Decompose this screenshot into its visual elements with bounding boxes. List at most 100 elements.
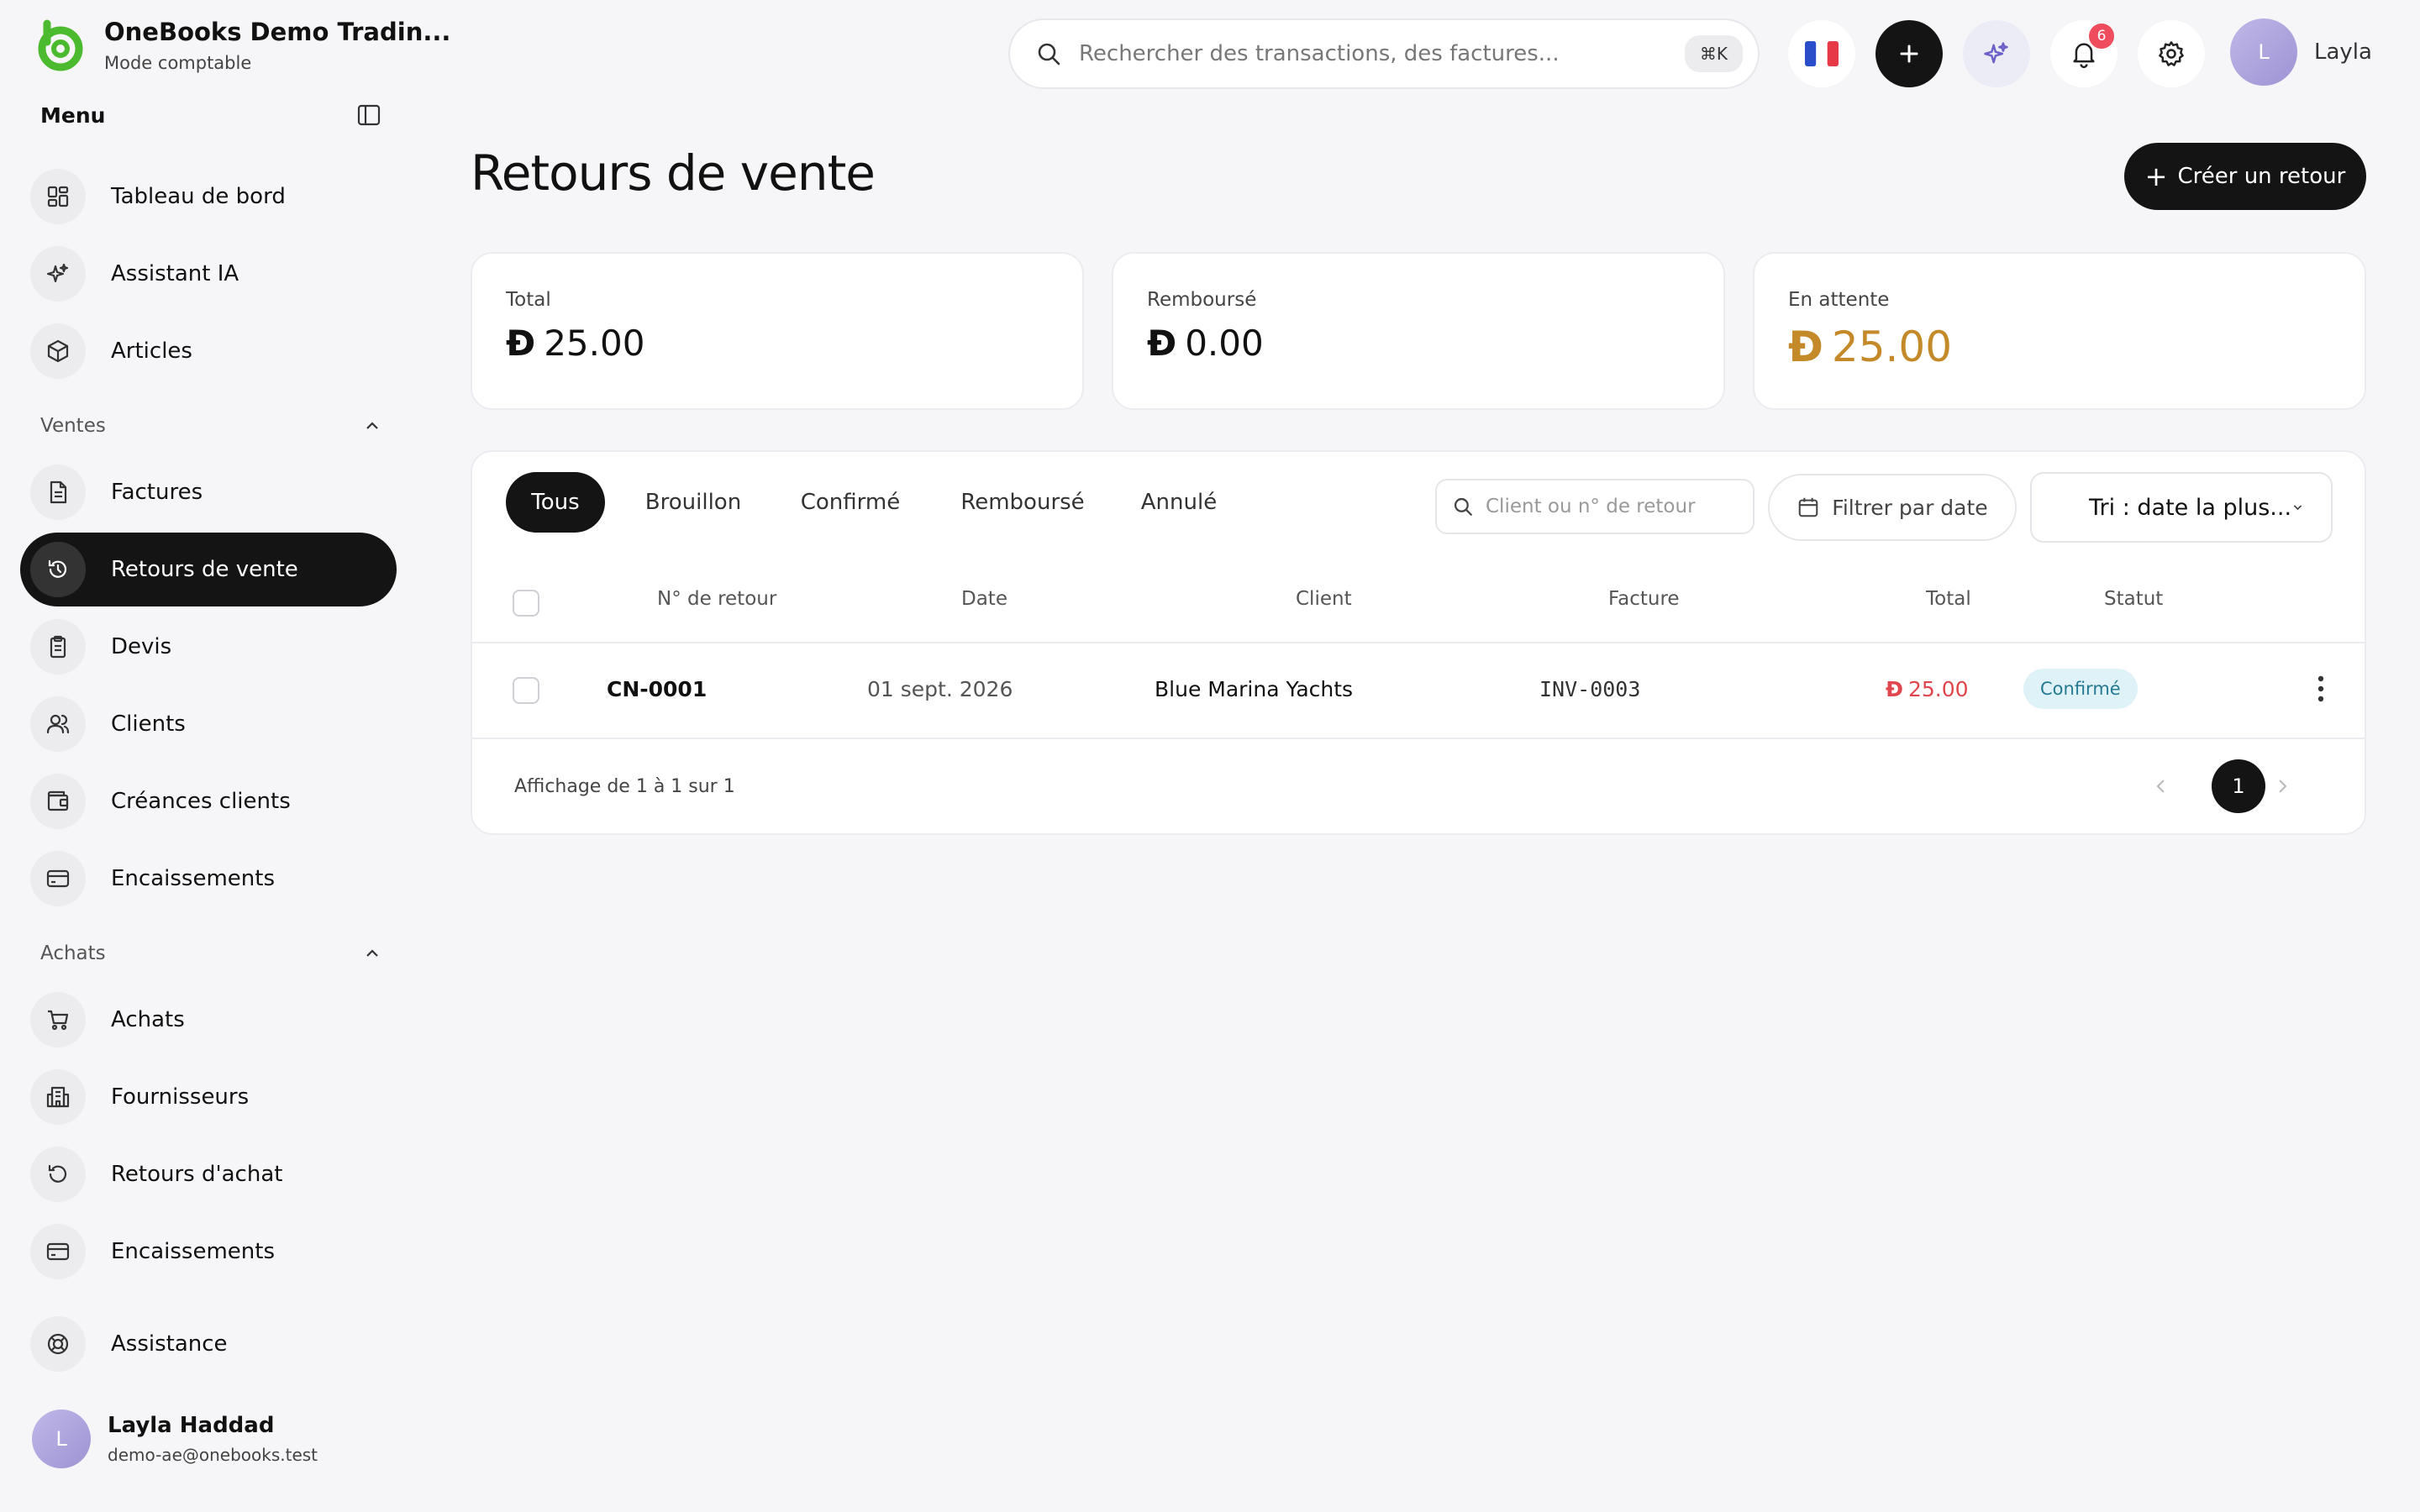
gear-icon	[2159, 41, 2184, 66]
sidebar-item-factures[interactable]: Factures	[20, 455, 397, 529]
sidebar-item-assistant-ia[interactable]: Assistant IA	[20, 237, 397, 311]
notifications-button[interactable]: 6	[2050, 20, 2118, 87]
prev-page-button[interactable]	[2144, 769, 2178, 803]
section-achats-toggle[interactable]: Achats	[40, 942, 381, 964]
tab-annule[interactable]: Annulé	[1119, 472, 1239, 533]
shortcut-hint: ⌘K	[1684, 35, 1743, 72]
stat-value: Đ 25.00	[1788, 323, 2331, 371]
column-header-status[interactable]: Statut	[2104, 588, 2163, 610]
stat-card-refunded: Remboursé Đ 0.00	[1112, 252, 1725, 410]
sort-select[interactable]: Tri : date la plus...	[2030, 472, 2333, 543]
brand-name: OneBooks Demo Tradin...	[104, 18, 451, 46]
tab-confirme[interactable]: Confirmé	[778, 472, 923, 533]
lifebuoy-icon	[30, 1316, 86, 1372]
return-total: Đ 25.00	[1886, 677, 1969, 701]
user-profile[interactable]: L Layla Haddad demo-ae@onebooks.test	[32, 1410, 318, 1468]
avatar: L	[32, 1410, 91, 1468]
currency-icon: Đ	[1886, 677, 1903, 701]
sidebar: OneBooks Demo Tradin... Mode comptable M…	[0, 0, 450, 1512]
section-label: Ventes	[40, 415, 106, 437]
stat-label: En attente	[1788, 289, 1890, 311]
sidebar-item-devis[interactable]: Devis	[20, 610, 397, 684]
france-flag-icon	[1805, 41, 1839, 66]
sparkle-icon	[30, 246, 86, 302]
stat-label: Total	[506, 289, 551, 311]
wallet-icon	[30, 774, 86, 829]
return-invoice[interactable]: INV-0003	[1539, 677, 1640, 701]
sidebar-item-retours-d-achat[interactable]: Retours d'achat	[20, 1137, 397, 1211]
tab-rembourse[interactable]: Remboursé	[939, 472, 1106, 533]
settings-button[interactable]	[2138, 20, 2205, 87]
column-header-date[interactable]: Date	[961, 588, 1007, 610]
section-ventes-toggle[interactable]: Ventes	[40, 415, 381, 437]
chevron-left-icon	[2156, 780, 2165, 793]
users-icon	[30, 696, 86, 752]
stat-amount: 25.00	[1831, 323, 1953, 371]
sidebar-item-label: Articles	[111, 339, 192, 364]
plus-icon	[1900, 45, 1918, 63]
status-badge: Confirmé	[2023, 669, 2138, 709]
chevron-right-icon	[2279, 780, 2287, 793]
sidebar-item-assistance[interactable]: Assistance	[20, 1307, 397, 1381]
more-actions-icon[interactable]	[2311, 672, 2331, 706]
page-title: Retours de vente	[471, 144, 876, 202]
sidebar-item-clients[interactable]: Clients	[20, 687, 397, 761]
stat-value: Đ 0.00	[1147, 323, 1690, 364]
sidebar-item-label: Encaissements	[111, 866, 275, 891]
dashboard-icon	[30, 169, 86, 224]
return-date: 01 sept. 2026	[867, 677, 1013, 701]
sidebar-item-label: Retours d'achat	[111, 1162, 283, 1187]
return-client: Blue Marina Yachts	[1155, 677, 1354, 701]
user-name: Layla Haddad	[108, 1413, 275, 1438]
ai-assistant-button[interactable]	[1963, 20, 2030, 87]
return-icon	[30, 1147, 86, 1202]
language-button[interactable]	[1788, 20, 1855, 87]
stat-value: Đ 25.00	[506, 323, 1049, 364]
date-filter-button[interactable]: Filtrer par date	[1768, 474, 2017, 541]
sidebar-item-creances-clients[interactable]: Créances clients	[20, 764, 397, 838]
global-search[interactable]: ⌘K	[1008, 18, 1760, 89]
brand-logo-icon	[38, 19, 83, 71]
page-number-current[interactable]: 1	[2212, 759, 2265, 813]
column-header-total[interactable]: Total	[1926, 588, 1971, 610]
sidebar-item-articles[interactable]: Articles	[20, 314, 397, 388]
search-icon	[1454, 497, 1472, 516]
client-filter-input[interactable]	[1486, 496, 1738, 517]
tab-brouillon[interactable]: Brouillon	[627, 472, 760, 533]
collapse-sidebar-icon[interactable]	[356, 102, 381, 128]
returns-table-panel: Tous Brouillon Confirmé Remboursé Annulé…	[471, 450, 2366, 835]
building-icon	[30, 1069, 86, 1125]
column-header-invoice[interactable]: Facture	[1608, 588, 1680, 610]
create-return-button[interactable]: + Créer un retour	[2124, 143, 2366, 210]
search-input[interactable]	[1079, 41, 1685, 66]
date-filter-label: Filtrer par date	[1832, 495, 1988, 520]
menu-title: Menu	[40, 102, 106, 128]
return-number[interactable]: CN-0001	[607, 677, 707, 701]
currency-icon: Đ	[506, 323, 536, 364]
column-header-client[interactable]: Client	[1296, 588, 1352, 610]
column-header-number[interactable]: N° de retour	[657, 588, 776, 610]
row-checkbox[interactable]	[513, 677, 539, 704]
client-filter[interactable]	[1435, 479, 1754, 534]
box-icon	[30, 323, 86, 379]
sidebar-item-label: Créances clients	[111, 789, 291, 814]
quick-add-button[interactable]	[1876, 20, 1943, 87]
notification-badge: 6	[2089, 24, 2114, 49]
sidebar-item-label: Devis	[111, 634, 172, 659]
sidebar-item-tableau-de-bord[interactable]: Tableau de bord	[20, 160, 397, 234]
sidebar-item-achats[interactable]: Achats	[20, 983, 397, 1057]
sidebar-item-encaissements[interactable]: Encaissements	[20, 842, 397, 916]
brand[interactable]: OneBooks Demo Tradin... Mode comptable	[32, 17, 450, 74]
sort-label: Tri : date la plus...	[2089, 494, 2292, 521]
cart-icon	[30, 992, 86, 1047]
select-all-checkbox[interactable]	[513, 590, 539, 617]
sidebar-item-fournisseurs[interactable]: Fournisseurs	[20, 1060, 397, 1134]
brand-mode: Mode comptable	[104, 53, 252, 73]
sidebar-item-encaissements-achats[interactable]: Encaissements	[20, 1215, 397, 1289]
sidebar-item-retours-de-vente[interactable]: Retours de vente	[20, 533, 397, 606]
user-menu[interactable]: L Layla	[2230, 18, 2372, 86]
stat-amount: 0.00	[1185, 323, 1264, 364]
next-page-button[interactable]	[2265, 769, 2299, 803]
tab-tous[interactable]: Tous	[506, 472, 605, 533]
avatar: L	[2230, 18, 2297, 86]
